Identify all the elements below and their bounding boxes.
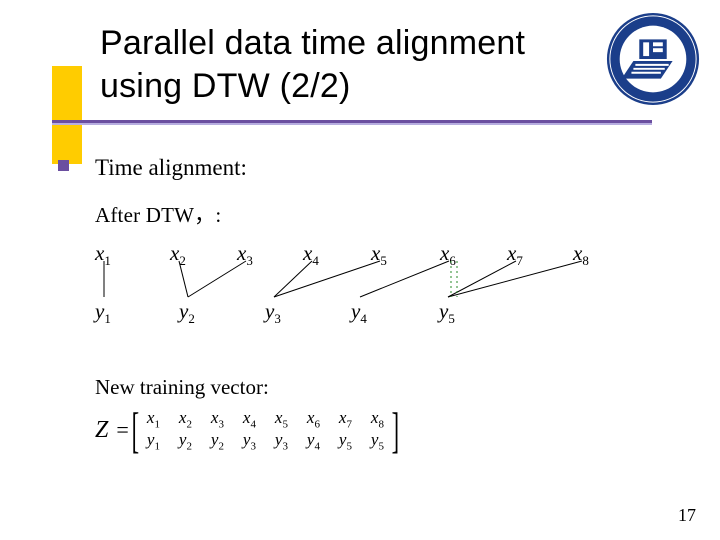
matrix-cell: x3: [201, 408, 233, 430]
bullet-icon: [58, 160, 69, 171]
body: Time alignment: After DTW，: x1x2x3x4x5x6…: [95, 145, 635, 453]
y-node: y5: [439, 299, 455, 327]
new-training-vector-label: New training vector:: [95, 375, 635, 400]
alignment-edge: [179, 261, 188, 297]
matrix-cell: y1: [137, 430, 169, 452]
left-bracket-icon: [: [131, 408, 138, 452]
alignment-edge: [448, 261, 516, 297]
slide-title: Parallel data time alignment using DTW (…: [100, 22, 525, 107]
title-underline: [52, 120, 652, 123]
z-matrix: Z = [ x1x2x3x4x5x6x7x8y1y2y2y3y3y4y5y5 ]: [95, 408, 635, 453]
right-bracket-icon: ]: [392, 408, 399, 452]
matrix-cell: y3: [265, 430, 297, 452]
matrix-cell: x8: [361, 408, 393, 430]
matrix-cell: y4: [297, 430, 329, 452]
alignment-edge: [274, 261, 380, 297]
y-node: y3: [265, 299, 281, 327]
slide: Parallel data time alignment using DTW (…: [0, 0, 720, 540]
after-dtw-label: After DTW，:: [95, 199, 635, 229]
matrix-cell: y5: [361, 430, 393, 452]
alignment-edge: [188, 261, 246, 297]
matrix-cell: y2: [201, 430, 233, 452]
matrix-cell: x4: [233, 408, 265, 430]
matrix-cell: x6: [297, 408, 329, 430]
matrix-cell: x1: [137, 408, 169, 430]
matrix-cell: x7: [329, 408, 361, 430]
matrix-lhs: Z: [95, 417, 108, 444]
matrix-cell: x5: [265, 408, 297, 430]
alignment-edge: [360, 261, 449, 297]
matrix-cell: y5: [329, 430, 361, 452]
title-line-1: Parallel data time alignment: [100, 22, 525, 65]
matrix-cell: y3: [233, 430, 265, 452]
equals-sign: =: [116, 417, 128, 443]
time-alignment-heading: Time alignment:: [95, 155, 635, 181]
alignment-edge: [274, 261, 312, 297]
y-node: y1: [95, 299, 111, 327]
alignment-edge: [448, 261, 582, 297]
university-seal-icon: [604, 10, 702, 108]
alignment-diagram: x1x2x3x4x5x6x7x8 y1y2y3y4y5: [95, 241, 635, 325]
matrix-cell: x2: [169, 408, 201, 430]
y-node: y2: [179, 299, 195, 327]
title-line-2: using DTW (2/2): [100, 65, 525, 108]
page-number: 17: [678, 505, 696, 526]
matrix-cell: y2: [169, 430, 201, 452]
y-node: y4: [351, 299, 367, 327]
accent-bar: [52, 66, 82, 164]
